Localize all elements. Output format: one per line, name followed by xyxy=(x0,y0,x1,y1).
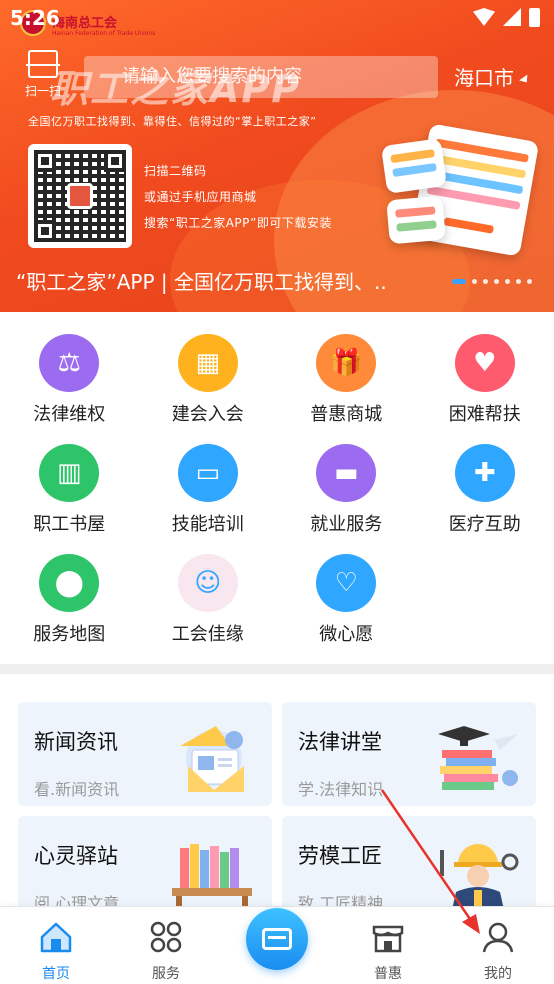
service-item[interactable]: ♥ 困难帮扶 xyxy=(416,322,554,426)
carousel-dot[interactable] xyxy=(483,279,488,284)
scan-button[interactable]: 扫一扫 xyxy=(20,50,66,102)
chat-heart-icon: ♡ xyxy=(316,554,377,612)
banner-instruction: 搜索“职工之家APP”即可下载安装 xyxy=(144,216,332,230)
mascot-icon: ☺ xyxy=(177,554,238,612)
gift-icon: 🎁 xyxy=(316,334,377,392)
wifi-icon xyxy=(473,8,495,26)
user-icon xyxy=(482,922,514,953)
service-item[interactable]: ☺ 工会佳缘 xyxy=(139,542,278,646)
card-model[interactable]: 劳模工匠 致.工匠精神 xyxy=(282,816,536,920)
service-label: 就业服务 xyxy=(310,514,383,535)
qr-code xyxy=(28,144,132,248)
nav-home[interactable]: 首页 xyxy=(16,919,96,983)
carousel-dot[interactable] xyxy=(516,279,521,284)
store-icon xyxy=(372,925,404,953)
books-icon: ▥ xyxy=(39,444,100,502)
signal-icon xyxy=(503,8,521,26)
card-title: 心灵驿站 xyxy=(34,840,124,870)
card-mind[interactable]: 心灵驿站 阅.心理文章 xyxy=(18,816,272,920)
service-label: 医疗互助 xyxy=(448,514,521,535)
service-item[interactable]: ▭ 技能培训 xyxy=(139,432,278,536)
phone-illustration xyxy=(380,122,540,262)
nav-service[interactable]: 服务 xyxy=(126,919,206,983)
nav-label: 服务 xyxy=(152,966,180,982)
service-grid: ⚖ 法律维权 ▦ 建会入会 🎁 普惠商城 ♥ 困难帮扶 ▥ 职工书屋 ▭ 技能培训 ▬ 就业服务 ✚ 医疗互助… xyxy=(0,322,554,646)
search-placeholder: 请输入您要搜索的内容 xyxy=(122,66,302,87)
org-name: 海南总工会 xyxy=(52,16,118,31)
banner[interactable]: 5:26 海南总工会 Hainan Federation of Trade Un… xyxy=(0,0,554,312)
apps-icon xyxy=(150,921,182,953)
org-name-en: Hainan Federation of Trade Unions xyxy=(52,30,156,37)
service-item[interactable]: ▬ 就业服务 xyxy=(277,432,416,536)
banner-instruction: 扫描二维码 xyxy=(144,164,207,178)
scan-label: 扫一扫 xyxy=(24,84,61,98)
service-item[interactable]: ▦ 建会入会 xyxy=(139,322,278,426)
card-law[interactable]: 法律讲堂 学.法律知识 xyxy=(282,702,536,806)
craftsman-icon xyxy=(440,844,519,910)
search-input[interactable]: 请输入您要搜索的内容 xyxy=(84,56,438,98)
banner-slogan: 全国亿万职工找得到、靠得住、信得过的“掌上职工之家” xyxy=(28,115,317,128)
carousel-dot[interactable] xyxy=(527,279,532,284)
status-icons xyxy=(473,8,540,27)
card-title: 劳模工匠 xyxy=(298,840,388,870)
service-label: 工会佳缘 xyxy=(171,624,244,645)
heart-hands-icon: ♥ xyxy=(454,334,515,392)
center-card-button[interactable] xyxy=(246,908,308,970)
service-label: 建会入会 xyxy=(171,404,244,425)
card-title: 新闻资讯 xyxy=(34,726,124,756)
service-label: 服务地图 xyxy=(33,624,106,645)
section-divider xyxy=(0,664,554,674)
nav-label: 我的 xyxy=(484,966,512,982)
nav-puhui[interactable]: 普惠 xyxy=(348,919,428,983)
service-item[interactable]: 🎁 普惠商城 xyxy=(277,322,416,426)
nav-label: 首页 xyxy=(42,966,70,982)
banner-caption: “职工之家”APP | 全国亿万职工找得到、.. xyxy=(16,270,387,294)
nav-label: 普惠 xyxy=(374,966,402,982)
card-icon xyxy=(262,928,292,950)
card-title: 法律讲堂 xyxy=(298,726,388,756)
card-subtitle: 看.新闻资讯 xyxy=(34,780,120,799)
carousel-dots xyxy=(452,279,532,284)
service-label: 微心愿 xyxy=(319,624,374,645)
envelope-icon xyxy=(180,726,244,792)
carousel-dot[interactable] xyxy=(494,279,499,284)
service-label: 法律维权 xyxy=(33,404,106,425)
carousel-dot[interactable] xyxy=(505,279,510,284)
scales-icon: ⚖ xyxy=(39,334,100,392)
map-pin-icon: ⬤ xyxy=(39,554,100,612)
service-label: 职工书屋 xyxy=(33,514,106,535)
card-news[interactable]: 新闻资讯 看.新闻资讯 xyxy=(18,702,272,806)
carousel-dot[interactable] xyxy=(452,279,466,284)
bookshelf-icon xyxy=(172,844,252,906)
books-grad-cap-icon xyxy=(438,726,518,790)
status-time: 5:26 xyxy=(10,6,60,30)
service-item[interactable]: ⬤ 服务地图 xyxy=(0,542,139,646)
service-item[interactable]: ⚖ 法律维权 xyxy=(0,322,139,426)
app-logo-icon xyxy=(67,183,93,209)
service-item[interactable]: ♡ 微心愿 xyxy=(277,542,416,646)
service-label: 困难帮扶 xyxy=(448,404,521,425)
carousel-dot[interactable] xyxy=(472,279,477,284)
service-item[interactable]: ▥ 职工书屋 xyxy=(0,432,139,536)
card-subtitle: 学.法律知识 xyxy=(298,780,384,799)
city-label: 海口市 xyxy=(454,66,514,90)
battery-icon xyxy=(529,8,540,27)
home-icon xyxy=(40,922,72,953)
medkit-icon: ✚ xyxy=(454,444,515,502)
caret-down-icon xyxy=(519,74,531,85)
easel-icon: ▭ xyxy=(177,444,238,502)
service-label: 技能培训 xyxy=(171,514,244,535)
banner-instruction: 或通过手机应用商城 xyxy=(144,190,257,204)
service-item[interactable]: ✚ 医疗互助 xyxy=(416,432,554,536)
briefcase-icon: ▬ xyxy=(316,444,377,502)
scan-icon xyxy=(26,50,60,78)
city-selector[interactable]: 海口市 xyxy=(454,62,531,91)
service-label: 普惠商城 xyxy=(310,404,383,425)
building-icon: ▦ xyxy=(177,334,238,392)
nav-mine[interactable]: 我的 xyxy=(458,919,538,983)
